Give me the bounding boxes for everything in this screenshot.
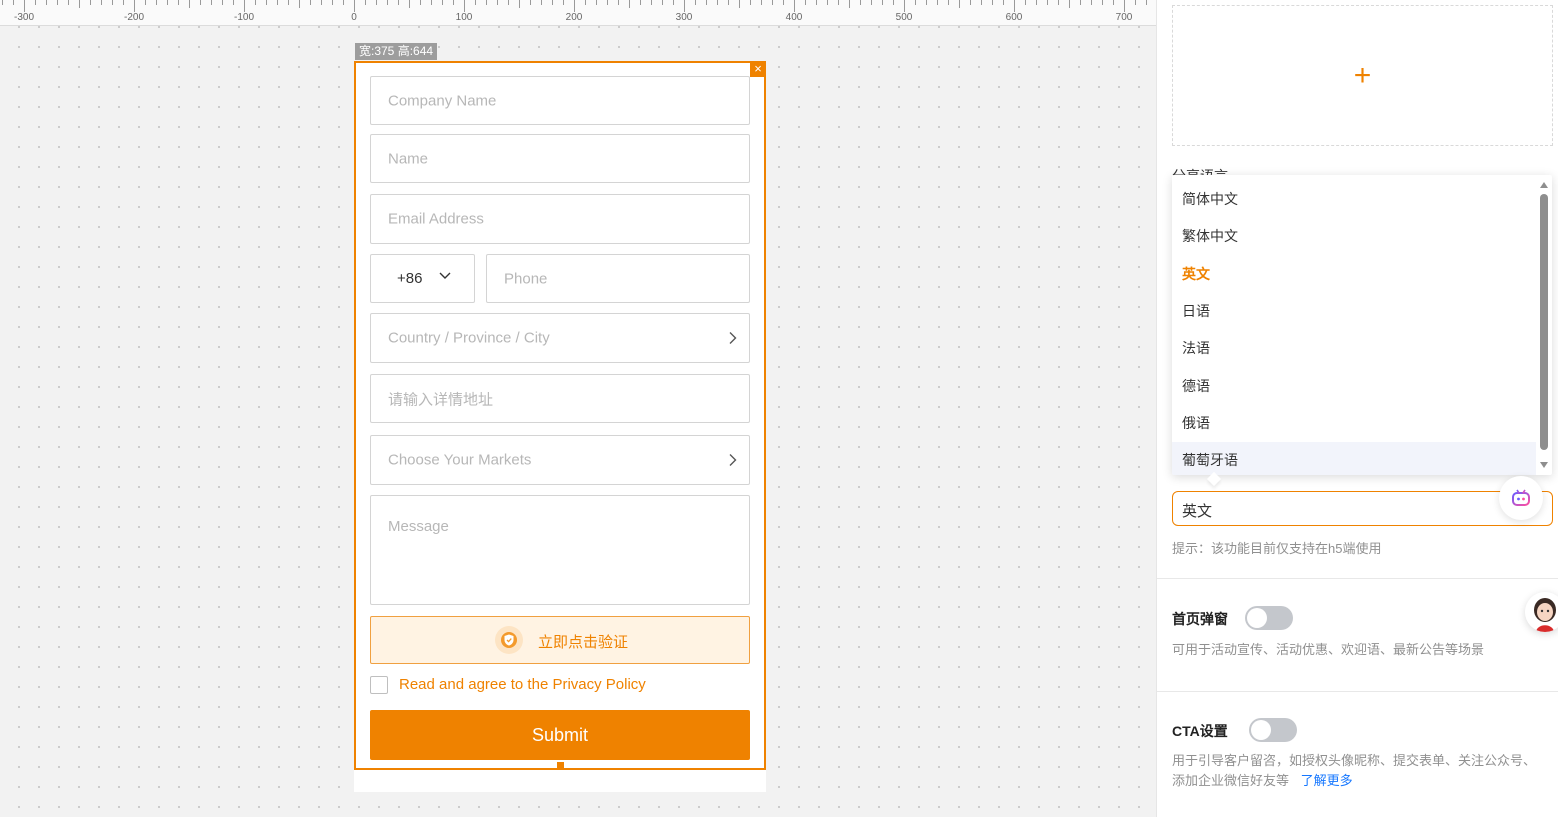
ruler-label: 500 [895, 12, 913, 23]
ruler-label: 100 [455, 12, 473, 23]
cta-title: CTA设置 [1172, 723, 1228, 739]
popup-toggle[interactable] [1245, 606, 1293, 630]
name-placeholder: Name [388, 150, 429, 167]
avatar-icon [1525, 592, 1558, 632]
ruler-label: 700 [1115, 12, 1133, 23]
phone-input[interactable]: Phone [486, 254, 750, 303]
shield-icon [495, 626, 523, 654]
language-option[interactable]: 法语 [1172, 330, 1536, 367]
language-hint: 提示：该功能目前仅支持在h5端使用 [1172, 541, 1382, 556]
ruler-label: 0 [351, 12, 357, 23]
language-select-value: 英文 [1182, 503, 1213, 520]
country-code-value: +86 [397, 270, 423, 287]
cta-hint-line1: 用于引导客户留咨，如授权头像昵称、提交表单、关注公众号、 [1172, 753, 1537, 768]
language-select[interactable]: 英文 [1172, 491, 1553, 526]
name-input[interactable]: Name [370, 134, 750, 183]
address-placeholder: 请输入详情地址 [388, 391, 494, 408]
language-option[interactable]: 俄语 [1172, 405, 1536, 442]
divider [1157, 578, 1558, 579]
message-textarea[interactable]: Message [370, 495, 750, 605]
scroll-down-icon[interactable] [1540, 462, 1548, 468]
country-code-select[interactable]: +86 [370, 254, 475, 303]
language-option[interactable]: 简体中文 [1172, 181, 1536, 218]
robot-icon [1512, 489, 1530, 506]
settings-panel: + 分享语言 简体中文 繁体中文 英文 日语 法语 德语 俄语 葡萄牙语 英文 … [1156, 0, 1558, 817]
editor-canvas[interactable]: -300 -200 -100 0 100 200 300 400 500 600… [0, 0, 1156, 817]
language-option[interactable]: 繁体中文 [1172, 218, 1536, 255]
resize-handle[interactable] [557, 762, 564, 769]
chevron-right-icon [729, 332, 737, 344]
plus-icon: + [1353, 58, 1372, 92]
submit-button[interactable]: Submit [370, 710, 750, 760]
language-option-hover[interactable]: 葡萄牙语 [1172, 442, 1536, 475]
chevron-right-icon [729, 454, 737, 466]
markets-picker[interactable]: Choose Your Markets [370, 435, 750, 485]
email-input[interactable]: Email Address [370, 194, 750, 244]
popup-title: 首页弹窗 [1172, 611, 1228, 627]
language-dropdown[interactable]: 简体中文 繁体中文 英文 日语 法语 德语 俄语 葡萄牙语 [1172, 175, 1552, 475]
cta-hint-text: 添加企业微信好友等 [1172, 773, 1290, 788]
language-option[interactable]: 日语 [1172, 293, 1536, 330]
privacy-policy-label[interactable]: Read and agree to the Privacy Policy [399, 676, 646, 693]
scroll-thumb[interactable] [1540, 194, 1548, 450]
company-name-placeholder: Company Name [388, 92, 497, 109]
customer-service-avatar[interactable] [1525, 592, 1558, 632]
horizontal-ruler: -300 -200 -100 0 100 200 300 400 500 600… [0, 0, 1156, 26]
captcha-verify-button[interactable]: 立即点击验证 [370, 616, 750, 664]
scroll-up-icon[interactable] [1540, 182, 1548, 188]
ruler-label: -200 [123, 12, 145, 23]
dropdown-scrollbar[interactable] [1538, 178, 1550, 474]
chevron-down-icon [439, 272, 451, 279]
popup-hint: 可用于活动宣传、活动优惠、欢迎语、最新公告等场景 [1172, 642, 1485, 657]
image-upload-area[interactable]: + [1172, 5, 1553, 146]
region-placeholder: Country / Province / City [388, 329, 550, 347]
ruler-label: 200 [565, 12, 583, 23]
ruler-label: 600 [1005, 12, 1023, 23]
learn-more-link[interactable]: 了解更多 [1301, 773, 1353, 788]
address-input[interactable]: 请输入详情地址 [370, 374, 750, 423]
cta-toggle[interactable] [1249, 718, 1297, 742]
markets-placeholder: Choose Your Markets [388, 451, 532, 469]
ai-assistant-button[interactable] [1499, 476, 1543, 520]
language-option[interactable]: 德语 [1172, 368, 1536, 405]
ruler-label: 400 [785, 12, 803, 23]
email-placeholder: Email Address [388, 210, 484, 228]
region-picker[interactable]: Country / Province / City [370, 313, 750, 363]
close-icon[interactable]: × [750, 61, 766, 77]
divider [1157, 691, 1558, 692]
message-placeholder: Message [388, 518, 449, 535]
size-tag: 宽:375 高:644 [355, 43, 438, 60]
company-name-input[interactable]: Company Name [370, 76, 750, 125]
phone-placeholder: Phone [504, 270, 548, 287]
privacy-checkbox[interactable] [370, 676, 388, 694]
ruler-label: 300 [675, 12, 693, 23]
verify-label: 立即点击验证 [538, 634, 629, 651]
language-option-selected[interactable]: 英文 [1172, 256, 1536, 293]
cta-hint-line2: 添加企业微信好友等 了解更多 [1172, 770, 1353, 789]
ruler-label: -100 [233, 12, 255, 23]
ruler-label: -300 [13, 12, 35, 23]
